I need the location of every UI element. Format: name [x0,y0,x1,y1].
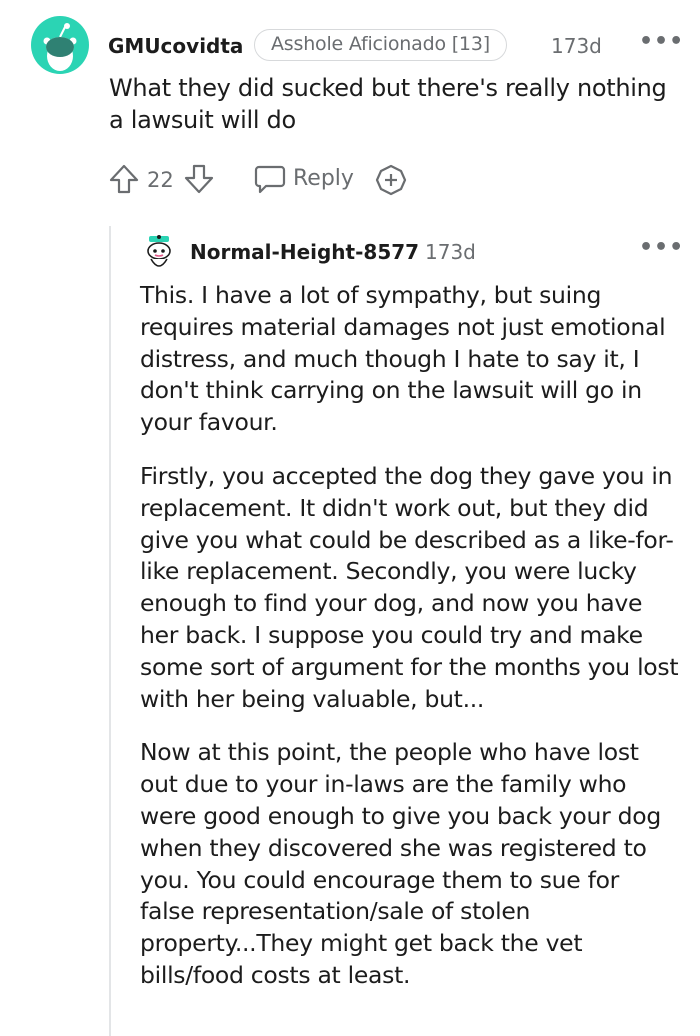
reply-icon[interactable] [253,163,287,195]
comment-body: What they did sucked but there's really … [109,74,667,134]
downvote-icon[interactable] [183,163,215,195]
snoo-avatar-icon [147,235,171,267]
reply-more-options-icon[interactable]: ••• [639,235,684,260]
upvote-icon[interactable] [108,163,140,195]
reply-body: This. I have a lot of sympathy, but suin… [140,280,680,1014]
comment-username[interactable]: GMUcovidta [108,34,243,58]
reply-user-avatar[interactable] [141,233,177,273]
reply-username[interactable]: Normal-Height-8577 [190,240,419,264]
reply-button[interactable]: Reply [293,166,354,191]
comment-age: 173d [551,34,602,58]
award-icon[interactable] [374,163,408,197]
more-options-icon[interactable]: ••• [639,29,684,54]
reply-paragraph: Firstly, you accepted the dog they gave … [140,461,679,713]
snoo-avatar-icon [43,23,77,71]
reply-age: 173d [425,240,476,264]
reply-paragraph: Now at this point, the people who have l… [140,738,661,989]
reply-paragraph: This. I have a lot of sympathy, but suin… [140,281,666,437]
thread-line[interactable] [109,226,111,1036]
vote-count: 22 [147,168,174,192]
user-flair-badge: Asshole Aficionado [13] [254,29,507,61]
user-avatar[interactable] [31,16,89,74]
